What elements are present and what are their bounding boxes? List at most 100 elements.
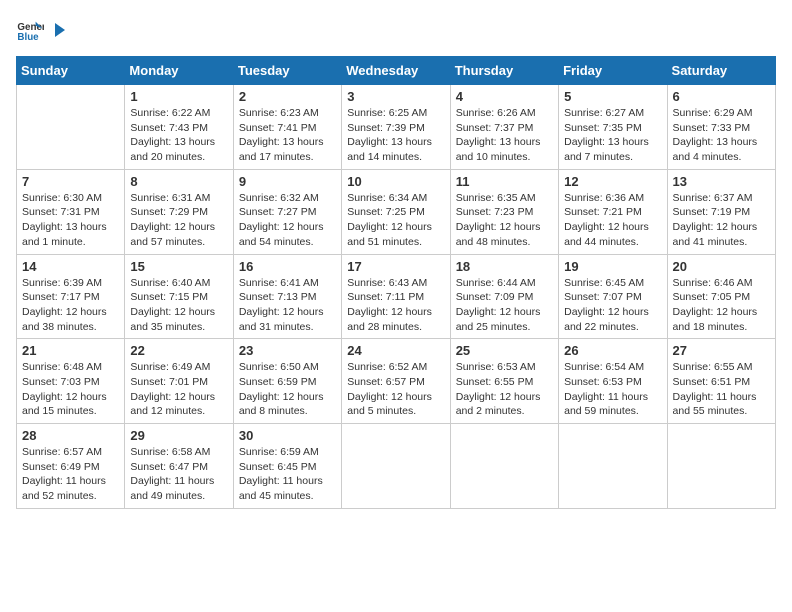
day-number: 25 bbox=[456, 343, 553, 358]
day-info: Sunrise: 6:30 AM Sunset: 7:31 PM Dayligh… bbox=[22, 191, 119, 250]
logo: General Blue bbox=[16, 16, 68, 44]
calendar-cell: 22 Sunrise: 6:49 AM Sunset: 7:01 PM Dayli… bbox=[125, 339, 233, 424]
logo-arrow-icon bbox=[49, 21, 67, 39]
day-info: Sunrise: 6:52 AM Sunset: 6:57 PM Dayligh… bbox=[347, 360, 444, 419]
calendar-cell bbox=[559, 424, 667, 509]
calendar-cell: 28 Sunrise: 6:57 AM Sunset: 6:49 PM Dayli… bbox=[17, 424, 125, 509]
calendar-cell: 26 Sunrise: 6:54 AM Sunset: 6:53 PM Dayli… bbox=[559, 339, 667, 424]
day-info: Sunrise: 6:54 AM Sunset: 6:53 PM Dayligh… bbox=[564, 360, 661, 419]
day-number: 18 bbox=[456, 259, 553, 274]
week-row-1: 1 Sunrise: 6:22 AM Sunset: 7:43 PM Daylig… bbox=[17, 85, 776, 170]
day-info: Sunrise: 6:39 AM Sunset: 7:17 PM Dayligh… bbox=[22, 276, 119, 335]
calendar-cell bbox=[342, 424, 450, 509]
calendar-cell: 15 Sunrise: 6:40 AM Sunset: 7:15 PM Dayli… bbox=[125, 254, 233, 339]
day-info: Sunrise: 6:37 AM Sunset: 7:19 PM Dayligh… bbox=[673, 191, 770, 250]
day-number: 23 bbox=[239, 343, 336, 358]
calendar-cell bbox=[17, 85, 125, 170]
day-number: 11 bbox=[456, 174, 553, 189]
header-day-tuesday: Tuesday bbox=[233, 57, 341, 85]
calendar-cell: 17Sunrise: 6:43 AM Sunset: 7:11 PM Dayli… bbox=[342, 254, 450, 339]
day-number: 4 bbox=[456, 89, 553, 104]
day-number: 19 bbox=[564, 259, 661, 274]
day-number: 5 bbox=[564, 89, 661, 104]
calendar-cell: 16 Sunrise: 6:41 AM Sunset: 7:13 PM Dayli… bbox=[233, 254, 341, 339]
day-info: Sunrise: 6:48 AM Sunset: 7:03 PM Dayligh… bbox=[22, 360, 119, 419]
day-number: 8 bbox=[130, 174, 227, 189]
day-info: Sunrise: 6:58 AM Sunset: 6:47 PM Dayligh… bbox=[130, 445, 227, 504]
day-info: Sunrise: 6:34 AM Sunset: 7:25 PM Dayligh… bbox=[347, 191, 444, 250]
day-info: Sunrise: 6:41 AM Sunset: 7:13 PM Dayligh… bbox=[239, 276, 336, 335]
day-info: Sunrise: 6:59 AM Sunset: 6:45 PM Dayligh… bbox=[239, 445, 336, 504]
day-info: Sunrise: 6:26 AM Sunset: 7:37 PM Dayligh… bbox=[456, 106, 553, 165]
day-info: Sunrise: 6:44 AM Sunset: 7:09 PM Dayligh… bbox=[456, 276, 553, 335]
week-row-5: 28 Sunrise: 6:57 AM Sunset: 6:49 PM Dayli… bbox=[17, 424, 776, 509]
day-info: Sunrise: 6:45 AM Sunset: 7:07 PM Dayligh… bbox=[564, 276, 661, 335]
calendar-cell bbox=[450, 424, 558, 509]
day-number: 24 bbox=[347, 343, 444, 358]
day-number: 2 bbox=[239, 89, 336, 104]
day-number: 20 bbox=[673, 259, 770, 274]
day-number: 28 bbox=[22, 428, 119, 443]
day-info: Sunrise: 6:40 AM Sunset: 7:15 PM Dayligh… bbox=[130, 276, 227, 335]
calendar-cell: 23 Sunrise: 6:50 AM Sunset: 6:59 PM Dayli… bbox=[233, 339, 341, 424]
calendar-header-row: SundayMondayTuesdayWednesdayThursdayFrid… bbox=[17, 57, 776, 85]
day-number: 1 bbox=[130, 89, 227, 104]
day-info: Sunrise: 6:50 AM Sunset: 6:59 PM Dayligh… bbox=[239, 360, 336, 419]
calendar-cell: 29 Sunrise: 6:58 AM Sunset: 6:47 PM Dayli… bbox=[125, 424, 233, 509]
header-day-sunday: Sunday bbox=[17, 57, 125, 85]
calendar-cell: 8 Sunrise: 6:31 AM Sunset: 7:29 PM Daylig… bbox=[125, 169, 233, 254]
day-number: 22 bbox=[130, 343, 227, 358]
day-number: 26 bbox=[564, 343, 661, 358]
day-info: Sunrise: 6:31 AM Sunset: 7:29 PM Dayligh… bbox=[130, 191, 227, 250]
calendar-cell: 20 Sunrise: 6:46 AM Sunset: 7:05 PM Dayli… bbox=[667, 254, 775, 339]
day-number: 16 bbox=[239, 259, 336, 274]
day-info: Sunrise: 6:25 AM Sunset: 7:39 PM Dayligh… bbox=[347, 106, 444, 165]
day-info: Sunrise: 6:55 AM Sunset: 6:51 PM Dayligh… bbox=[673, 360, 770, 419]
day-number: 9 bbox=[239, 174, 336, 189]
calendar-cell: 14Sunrise: 6:39 AM Sunset: 7:17 PM Dayli… bbox=[17, 254, 125, 339]
calendar-table: SundayMondayTuesdayWednesdayThursdayFrid… bbox=[16, 56, 776, 509]
calendar-cell: 12Sunrise: 6:36 AM Sunset: 7:21 PM Dayli… bbox=[559, 169, 667, 254]
header-day-friday: Friday bbox=[559, 57, 667, 85]
day-info: Sunrise: 6:49 AM Sunset: 7:01 PM Dayligh… bbox=[130, 360, 227, 419]
calendar-cell: 4 Sunrise: 6:26 AM Sunset: 7:37 PM Daylig… bbox=[450, 85, 558, 170]
day-info: Sunrise: 6:57 AM Sunset: 6:49 PM Dayligh… bbox=[22, 445, 119, 504]
day-info: Sunrise: 6:46 AM Sunset: 7:05 PM Dayligh… bbox=[673, 276, 770, 335]
day-number: 27 bbox=[673, 343, 770, 358]
header-day-monday: Monday bbox=[125, 57, 233, 85]
week-row-2: 7 Sunrise: 6:30 AM Sunset: 7:31 PM Daylig… bbox=[17, 169, 776, 254]
calendar-cell: 1 Sunrise: 6:22 AM Sunset: 7:43 PM Daylig… bbox=[125, 85, 233, 170]
logo-icon: General Blue bbox=[16, 16, 44, 44]
day-info: Sunrise: 6:43 AM Sunset: 7:11 PM Dayligh… bbox=[347, 276, 444, 335]
svg-text:Blue: Blue bbox=[17, 32, 39, 43]
calendar-cell: 2Sunrise: 6:23 AM Sunset: 7:41 PM Daylig… bbox=[233, 85, 341, 170]
day-info: Sunrise: 6:29 AM Sunset: 7:33 PM Dayligh… bbox=[673, 106, 770, 165]
calendar-cell: 27 Sunrise: 6:55 AM Sunset: 6:51 PM Dayli… bbox=[667, 339, 775, 424]
calendar-cell: 30 Sunrise: 6:59 AM Sunset: 6:45 PM Dayli… bbox=[233, 424, 341, 509]
day-number: 29 bbox=[130, 428, 227, 443]
calendar-cell: 10Sunrise: 6:34 AM Sunset: 7:25 PM Dayli… bbox=[342, 169, 450, 254]
calendar-cell: 3Sunrise: 6:25 AM Sunset: 7:39 PM Daylig… bbox=[342, 85, 450, 170]
day-number: 6 bbox=[673, 89, 770, 104]
day-number: 21 bbox=[22, 343, 119, 358]
calendar-body: 1 Sunrise: 6:22 AM Sunset: 7:43 PM Daylig… bbox=[17, 85, 776, 509]
week-row-4: 21 Sunrise: 6:48 AM Sunset: 7:03 PM Dayli… bbox=[17, 339, 776, 424]
day-info: Sunrise: 6:22 AM Sunset: 7:43 PM Dayligh… bbox=[130, 106, 227, 165]
calendar-cell: 11 Sunrise: 6:35 AM Sunset: 7:23 PM Dayli… bbox=[450, 169, 558, 254]
day-number: 12 bbox=[564, 174, 661, 189]
header-day-thursday: Thursday bbox=[450, 57, 558, 85]
day-info: Sunrise: 6:35 AM Sunset: 7:23 PM Dayligh… bbox=[456, 191, 553, 250]
day-info: Sunrise: 6:32 AM Sunset: 7:27 PM Dayligh… bbox=[239, 191, 336, 250]
calendar-cell: 7 Sunrise: 6:30 AM Sunset: 7:31 PM Daylig… bbox=[17, 169, 125, 254]
calendar-cell: 13 Sunrise: 6:37 AM Sunset: 7:19 PM Dayli… bbox=[667, 169, 775, 254]
day-number: 30 bbox=[239, 428, 336, 443]
day-number: 15 bbox=[130, 259, 227, 274]
calendar-cell: 5 Sunrise: 6:27 AM Sunset: 7:35 PM Daylig… bbox=[559, 85, 667, 170]
day-info: Sunrise: 6:53 AM Sunset: 6:55 PM Dayligh… bbox=[456, 360, 553, 419]
calendar-cell bbox=[667, 424, 775, 509]
day-number: 7 bbox=[22, 174, 119, 189]
day-info: Sunrise: 6:27 AM Sunset: 7:35 PM Dayligh… bbox=[564, 106, 661, 165]
header-day-wednesday: Wednesday bbox=[342, 57, 450, 85]
calendar-cell: 18 Sunrise: 6:44 AM Sunset: 7:09 PM Dayli… bbox=[450, 254, 558, 339]
day-number: 13 bbox=[673, 174, 770, 189]
